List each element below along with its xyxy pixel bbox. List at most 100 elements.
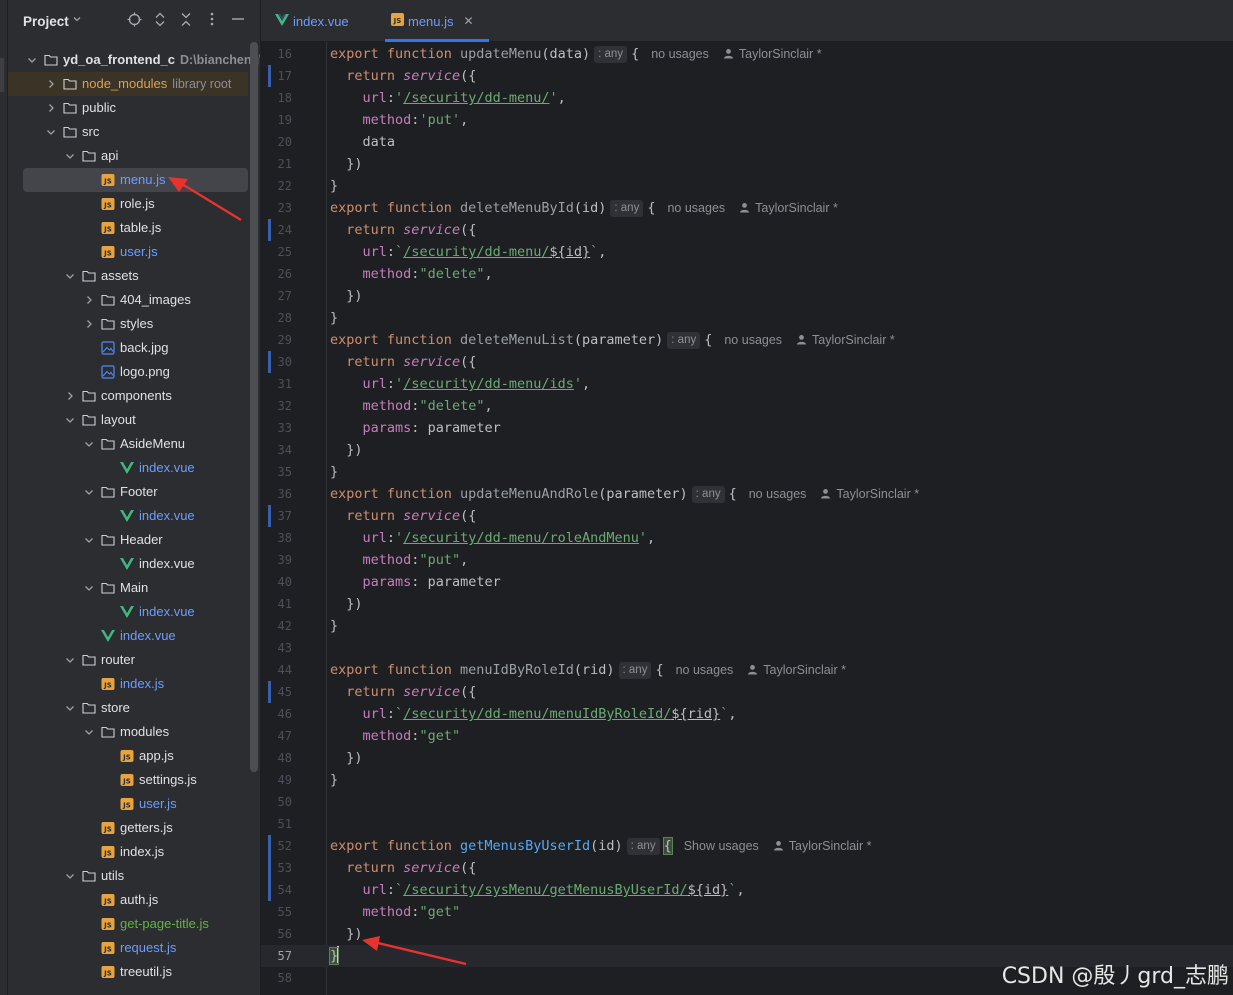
code-text: }	[330, 461, 338, 483]
tree-folder-store[interactable]: store	[8, 696, 248, 720]
chevron-right-icon[interactable]	[45, 102, 57, 114]
tree-folder-styles[interactable]: styles	[8, 312, 248, 336]
keyword: return	[346, 68, 404, 84]
code-line: 32 method:"delete",	[261, 395, 1233, 417]
js-file-icon: JS	[101, 173, 115, 187]
tree-folder-yd-oa-frontend-c[interactable]: yd_oa_frontend_c D:\biancheng\	[8, 48, 260, 72]
tree-folder-public[interactable]: public	[8, 96, 248, 120]
minimize-icon[interactable]	[230, 12, 246, 30]
chevron-down-icon[interactable]	[64, 270, 76, 282]
chevron-down-icon[interactable]	[83, 582, 95, 594]
chevron-down-icon[interactable]	[64, 414, 76, 426]
expand-all-icon[interactable]	[152, 12, 168, 30]
usages-hint[interactable]: Show usages	[684, 839, 759, 853]
project-scrollbar[interactable]	[250, 42, 258, 772]
chevron-down-icon[interactable]	[83, 726, 95, 738]
punct: (	[573, 200, 582, 216]
tree-folder-footer[interactable]: Footer	[8, 480, 248, 504]
tree-file-index-js[interactable]: JS index.js	[8, 840, 248, 864]
chevron-down-icon[interactable]	[72, 13, 82, 27]
tab-index-vue[interactable]: index.vue	[275, 0, 349, 42]
tree-file-table-js[interactable]: JS table.js	[8, 216, 248, 240]
chevron-right-icon[interactable]	[45, 78, 57, 90]
code-text: params: parameter	[330, 571, 501, 593]
tree-file-back-jpg[interactable]: back.jpg	[8, 336, 248, 360]
keyword: export function	[330, 486, 461, 502]
person-icon	[773, 839, 789, 853]
locate-icon[interactable]	[126, 12, 142, 30]
line-number: 51	[277, 817, 292, 831]
project-tool-button[interactable]	[0, 58, 4, 92]
chevron-down-icon[interactable]	[64, 702, 76, 714]
tree-file-auth-js[interactable]: JS auth.js	[8, 888, 248, 912]
chevron-down-icon[interactable]	[83, 438, 95, 450]
punct: ,	[557, 90, 566, 106]
tree-file-treeutil-js[interactable]: JS treeutil.js	[8, 960, 248, 984]
tree-folder-src[interactable]: src	[8, 120, 248, 144]
close-icon[interactable]: ✕	[464, 14, 474, 28]
tree-folder-asidemenu[interactable]: AsideMenu	[8, 432, 248, 456]
tree-folder-router[interactable]: router	[8, 648, 248, 672]
tree-file-logo-png[interactable]: logo.png	[8, 360, 248, 384]
usages-hint[interactable]: no usages	[651, 47, 709, 61]
usages-hint[interactable]: no usages	[724, 333, 782, 347]
usages-hint[interactable]: no usages	[749, 487, 807, 501]
tree-folder-api[interactable]: api	[8, 144, 248, 168]
tree-file-user-js[interactable]: JS user.js	[8, 792, 248, 816]
line-number: 43	[277, 641, 292, 655]
collapse-all-icon[interactable]	[178, 12, 194, 30]
chevron-down-icon[interactable]	[64, 150, 76, 162]
tree-file-index-vue[interactable]: index.vue	[8, 600, 248, 624]
code-line: 34 })	[261, 439, 1233, 461]
punct: {	[728, 486, 737, 502]
chevron-down-icon[interactable]	[26, 54, 38, 66]
param-name: id	[598, 838, 615, 854]
tree-folder-node-modules[interactable]: node_modules library root	[8, 72, 248, 96]
tree-file-index-vue[interactable]: index.vue	[8, 504, 248, 528]
code-line: 22}	[261, 175, 1233, 197]
chevron-down-icon[interactable]	[64, 654, 76, 666]
tree-folder-layout[interactable]: layout	[8, 408, 248, 432]
tree-file-request-js[interactable]: JS request.js	[8, 936, 248, 960]
tree-folder-404-images[interactable]: 404_images	[8, 288, 248, 312]
chevron-down-icon[interactable]	[83, 486, 95, 498]
tree-file-role-js[interactable]: JS role.js	[8, 192, 248, 216]
tree-folder-header[interactable]: Header	[8, 528, 248, 552]
tree-file-index-vue[interactable]: index.vue	[8, 552, 248, 576]
js-file-icon: JS	[101, 845, 115, 859]
function-name: getMenusByUserId	[460, 838, 591, 854]
tree-folder-assets[interactable]: assets	[8, 264, 248, 288]
usages-hint[interactable]: no usages	[667, 201, 725, 215]
project-title[interactable]: Project	[23, 14, 69, 29]
chevron-down-icon[interactable]	[64, 870, 76, 882]
folder-icon	[82, 869, 96, 883]
more-options-icon[interactable]	[204, 12, 220, 30]
chevron-right-icon[interactable]	[64, 390, 76, 402]
tree-file-get-page-title-js[interactable]: JS get-page-title.js	[8, 912, 248, 936]
code-editor[interactable]: 16 export function updateMenu(data): any{…	[261, 42, 1233, 995]
tree-folder-main[interactable]: Main	[8, 576, 248, 600]
tree-file-settings-js[interactable]: JS settings.js	[8, 768, 248, 792]
tree-file-index-js[interactable]: JS index.js	[8, 672, 248, 696]
svg-text:JS: JS	[103, 202, 112, 210]
svg-text:JS: JS	[122, 802, 131, 810]
punct: )	[581, 46, 591, 62]
chevron-down-icon[interactable]	[83, 534, 95, 546]
tree-file-index-vue[interactable]: index.vue	[8, 456, 248, 480]
tree-folder-modules[interactable]: modules	[8, 720, 248, 744]
tree-file-index-vue[interactable]: index.vue	[8, 624, 248, 648]
param-name: data	[549, 46, 582, 62]
usages-hint[interactable]: no usages	[676, 663, 734, 677]
tree-file-menu-js[interactable]: JS menu.js	[23, 168, 248, 192]
tab-menu-js[interactable]: JS menu.js ✕	[391, 0, 486, 42]
chevron-down-icon[interactable]	[45, 126, 57, 138]
chevron-right-icon[interactable]	[83, 318, 95, 330]
tree-file-user-js[interactable]: JS user.js	[8, 240, 248, 264]
tree-folder-utils[interactable]: utils	[8, 864, 248, 888]
tree-folder-components[interactable]: components	[8, 384, 248, 408]
type-hint: : any	[626, 838, 660, 855]
function-name: updateMenuAndRole	[460, 486, 599, 502]
tree-file-getters-js[interactable]: JS getters.js	[8, 816, 248, 840]
tree-file-app-js[interactable]: JS app.js	[8, 744, 248, 768]
chevron-right-icon[interactable]	[83, 294, 95, 306]
